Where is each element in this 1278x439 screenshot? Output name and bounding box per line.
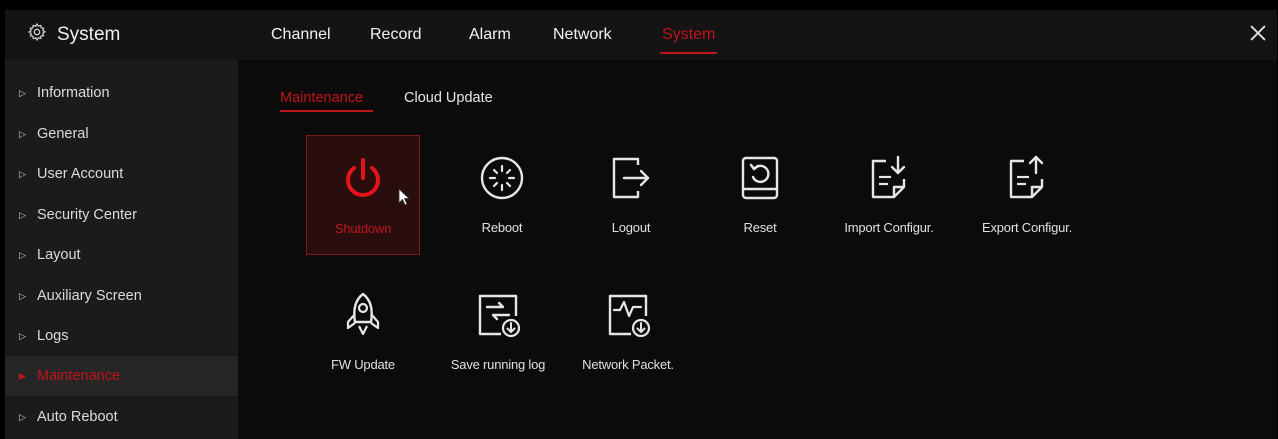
mouse-cursor-icon: [398, 188, 411, 206]
reboot-button[interactable]: Reboot: [445, 135, 559, 255]
tab-record[interactable]: Record: [370, 10, 422, 60]
sidebar-item-label: Security Center: [37, 207, 137, 223]
system-settings-window: System Channel Record Alarm Network Syst…: [5, 10, 1277, 439]
sidebar-item-label: Layout: [37, 247, 81, 263]
sidebar-item-auto-reboot[interactable]: ▷ Auto Reboot: [5, 398, 238, 436]
reboot-icon: [480, 156, 524, 200]
export-config-button[interactable]: Export Configur.: [970, 135, 1084, 255]
sidebar-item-label: Auto Reboot: [37, 409, 118, 425]
subtab-underline: [280, 110, 373, 112]
reset-icon: [741, 156, 779, 200]
sidebar-item-label: Maintenance: [37, 368, 121, 384]
reset-button[interactable]: Reset: [703, 135, 817, 255]
save-running-log-button[interactable]: Save running log: [441, 272, 555, 392]
import-config-icon: [871, 155, 906, 199]
logout-icon: [612, 157, 650, 199]
triangle-right-icon: ▷: [19, 290, 26, 301]
import-config-label: Import Configur.: [844, 220, 934, 235]
power-icon: [346, 158, 380, 197]
sidebar-item-label: Information: [37, 85, 110, 101]
sidebar-item-user-account[interactable]: ▷ User Account: [5, 155, 238, 193]
main-content: Maintenance Cloud Update Shutdown Reboot…: [238, 60, 1277, 439]
export-config-label: Export Configur.: [981, 220, 1072, 235]
triangle-right-icon: ▶: [19, 370, 26, 381]
subtab-cloud-update[interactable]: Cloud Update: [404, 90, 493, 106]
export-config-icon: [1009, 155, 1044, 199]
triangle-right-icon: ▷: [19, 330, 26, 341]
tab-network[interactable]: Network: [553, 10, 612, 60]
triangle-right-icon: ▷: [19, 128, 26, 139]
sidebar-item-information[interactable]: ▷ Information: [5, 74, 238, 112]
tab-system[interactable]: System: [659, 10, 718, 60]
sidebar-item-layout[interactable]: ▷ Layout: [5, 236, 238, 274]
window-title-text: System: [57, 24, 121, 45]
shutdown-label: Shutdown: [334, 221, 392, 236]
sidebar-item-maintenance[interactable]: ▶ Maintenance: [5, 356, 238, 396]
top-bar: System Channel Record Alarm Network Syst…: [5, 10, 1277, 60]
logout-button[interactable]: Logout: [574, 135, 688, 255]
triangle-right-icon: ▷: [19, 168, 26, 179]
tab-channel[interactable]: Channel: [271, 10, 331, 60]
window-title: System: [27, 10, 120, 60]
subtab-maintenance[interactable]: Maintenance: [280, 90, 363, 106]
sidebar-item-label: Logs: [37, 328, 69, 344]
network-packet-label: Network Packet.: [582, 357, 674, 372]
gear-icon: [27, 22, 47, 48]
sidebar-item-label: User Account: [37, 166, 124, 182]
triangle-right-icon: ▷: [19, 411, 26, 422]
sidebar-item-label: Auxiliary Screen: [37, 288, 142, 304]
fw-update-button[interactable]: FW Update: [306, 272, 420, 392]
sidebar-item-logs[interactable]: ▷ Logs: [5, 317, 238, 355]
tab-alarm[interactable]: Alarm: [469, 10, 511, 60]
close-icon[interactable]: [1247, 22, 1269, 44]
triangle-right-icon: ▷: [19, 209, 26, 220]
sidebar-item-auxiliary-screen[interactable]: ▷ Auxiliary Screen: [5, 277, 238, 315]
network-packet-icon: [608, 294, 651, 338]
network-packet-button[interactable]: Network Packet.: [571, 272, 685, 392]
sidebar-item-label: General: [37, 126, 89, 142]
sidebar-item-security-center[interactable]: ▷ Security Center: [5, 196, 238, 234]
triangle-right-icon: ▷: [19, 249, 26, 260]
sidebar-item-general[interactable]: ▷ General: [5, 115, 238, 153]
sidebar: ▷ Information ▷ General ▷ User Account ▷…: [5, 60, 238, 439]
triangle-right-icon: ▷: [19, 87, 26, 98]
save-log-icon: [478, 294, 521, 338]
rocket-icon: [346, 292, 380, 336]
import-config-button[interactable]: Import Configur.: [832, 135, 946, 255]
fw-update-label: FW Update: [331, 357, 395, 372]
